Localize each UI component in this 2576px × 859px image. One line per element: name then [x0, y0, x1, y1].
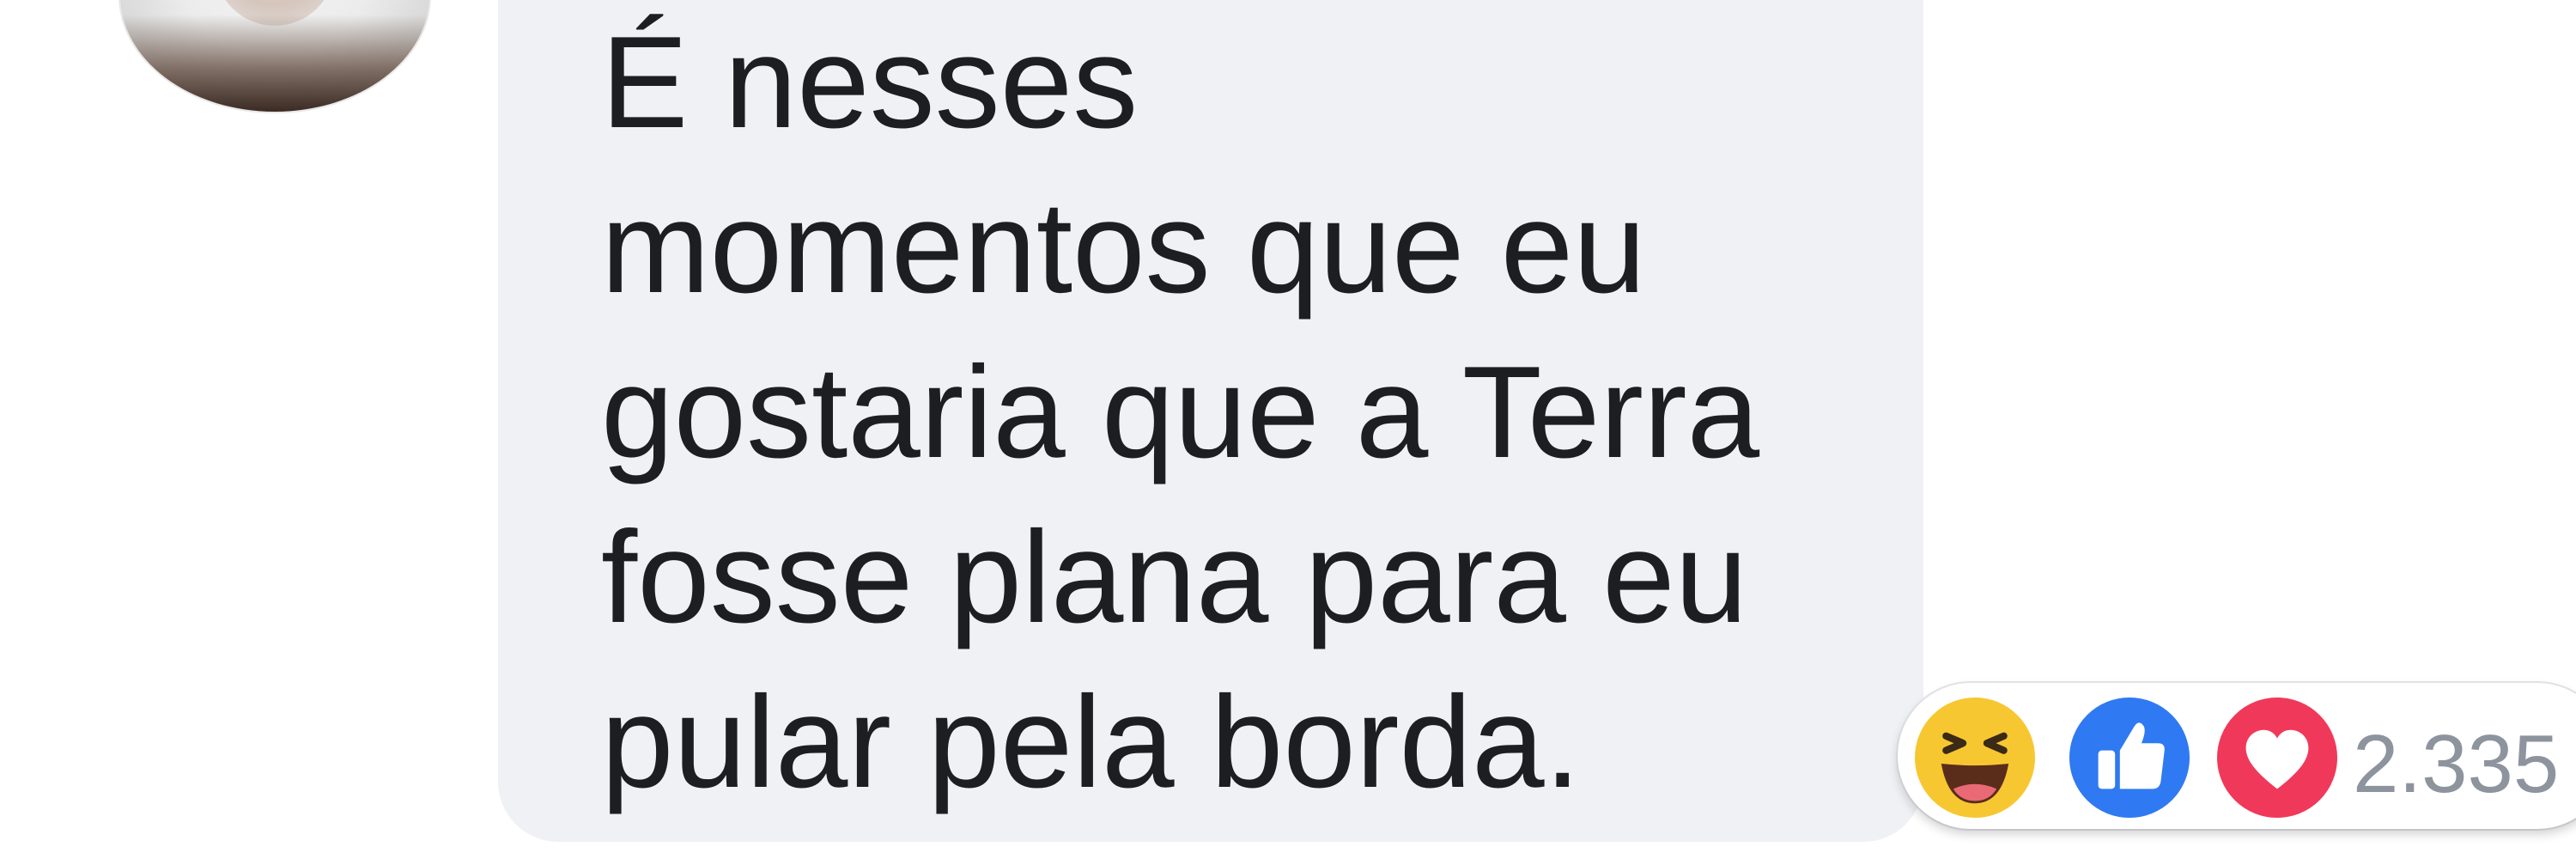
comment-line: momentos que eu — [601, 174, 1646, 320]
comment-text: É nesses momentos que eu gostaria que a … — [601, 0, 1759, 825]
avatar-shade — [120, 14, 429, 112]
comment-line: gostaria que a Terra — [601, 339, 1760, 485]
comment-line: pular pela borda. — [601, 669, 1581, 815]
love-icon — [2210, 691, 2344, 825]
like-icon — [2063, 691, 2196, 825]
user-avatar[interactable] — [120, 0, 429, 112]
comment-line: É nesses — [601, 9, 1139, 155]
haha-icon — [1908, 691, 2042, 825]
comment-line: fosse plana para eu — [601, 504, 1748, 650]
reaction-count[interactable]: 2.335 — [2353, 717, 2559, 812]
